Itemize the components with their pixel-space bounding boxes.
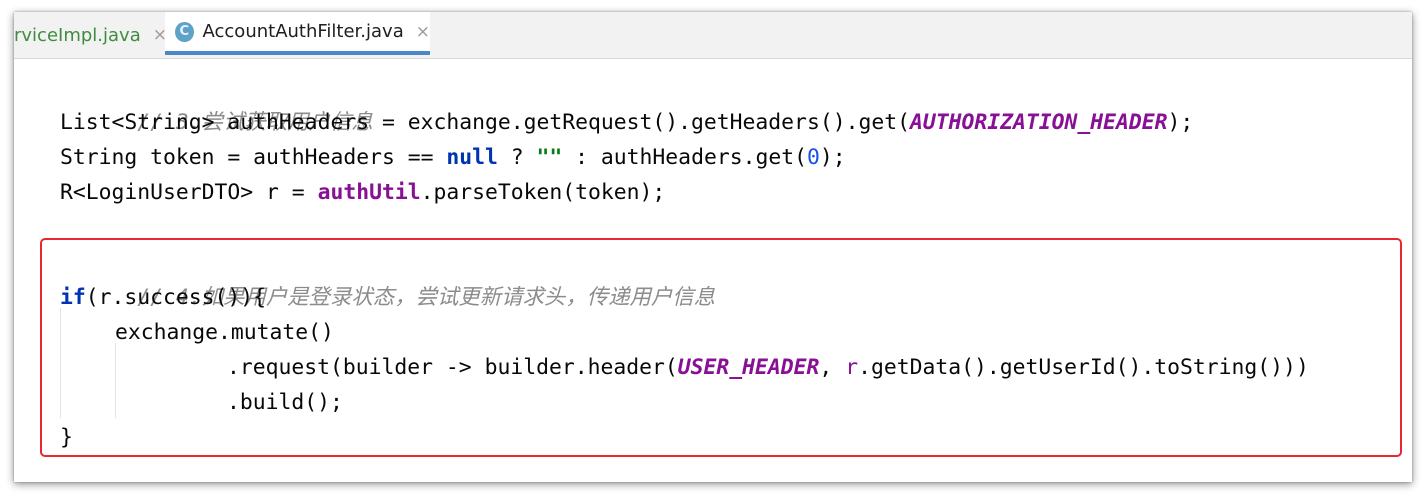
code-text: List<String> authHeaders = exchange.getR…: [60, 110, 910, 135]
tab-account-auth-filter[interactable]: C AccountAuthFilter.java ×: [165, 12, 430, 55]
code-line-comment-3: // 3.尝试获取用户信息: [60, 70, 373, 135]
tab-label: rviceImpl.java: [14, 24, 141, 46]
keyword: null: [446, 145, 498, 170]
tab-service-impl[interactable]: rviceImpl.java ×: [14, 12, 167, 58]
highlight-annotation-box: [40, 238, 1402, 457]
string-literal: "": [536, 145, 563, 170]
editor-window: rviceImpl.java × C AccountAuthFilter.jav…: [14, 12, 1412, 482]
java-class-icon: C: [175, 21, 194, 42]
editor-tab-bar: rviceImpl.java × C AccountAuthFilter.jav…: [14, 12, 1412, 59]
tab-label: AccountAuthFilter.java: [202, 21, 404, 42]
code-text: );: [819, 145, 846, 170]
code-text: : authHeaders.get(: [562, 145, 807, 170]
constant: AUTHORIZATION_HEADER: [909, 110, 1168, 135]
code-text: String token = authHeaders ==: [60, 145, 447, 170]
code-line-parse-token: R<LoginUserDTO> r = authUtil.parseToken(…: [60, 175, 665, 210]
code-text: ?: [497, 145, 537, 170]
code-line-token: String token = authHeaders == null ? "" …: [60, 140, 846, 175]
number-literal: 0: [806, 145, 820, 170]
code-text: R<LoginUserDTO> r =: [60, 180, 318, 205]
field: authUtil: [317, 180, 421, 205]
code-line-auth-headers: List<String> authHeaders = exchange.getR…: [60, 105, 1193, 140]
close-icon[interactable]: ×: [416, 22, 430, 42]
code-text: .parseToken(token);: [420, 180, 666, 205]
code-text: );: [1167, 110, 1194, 135]
